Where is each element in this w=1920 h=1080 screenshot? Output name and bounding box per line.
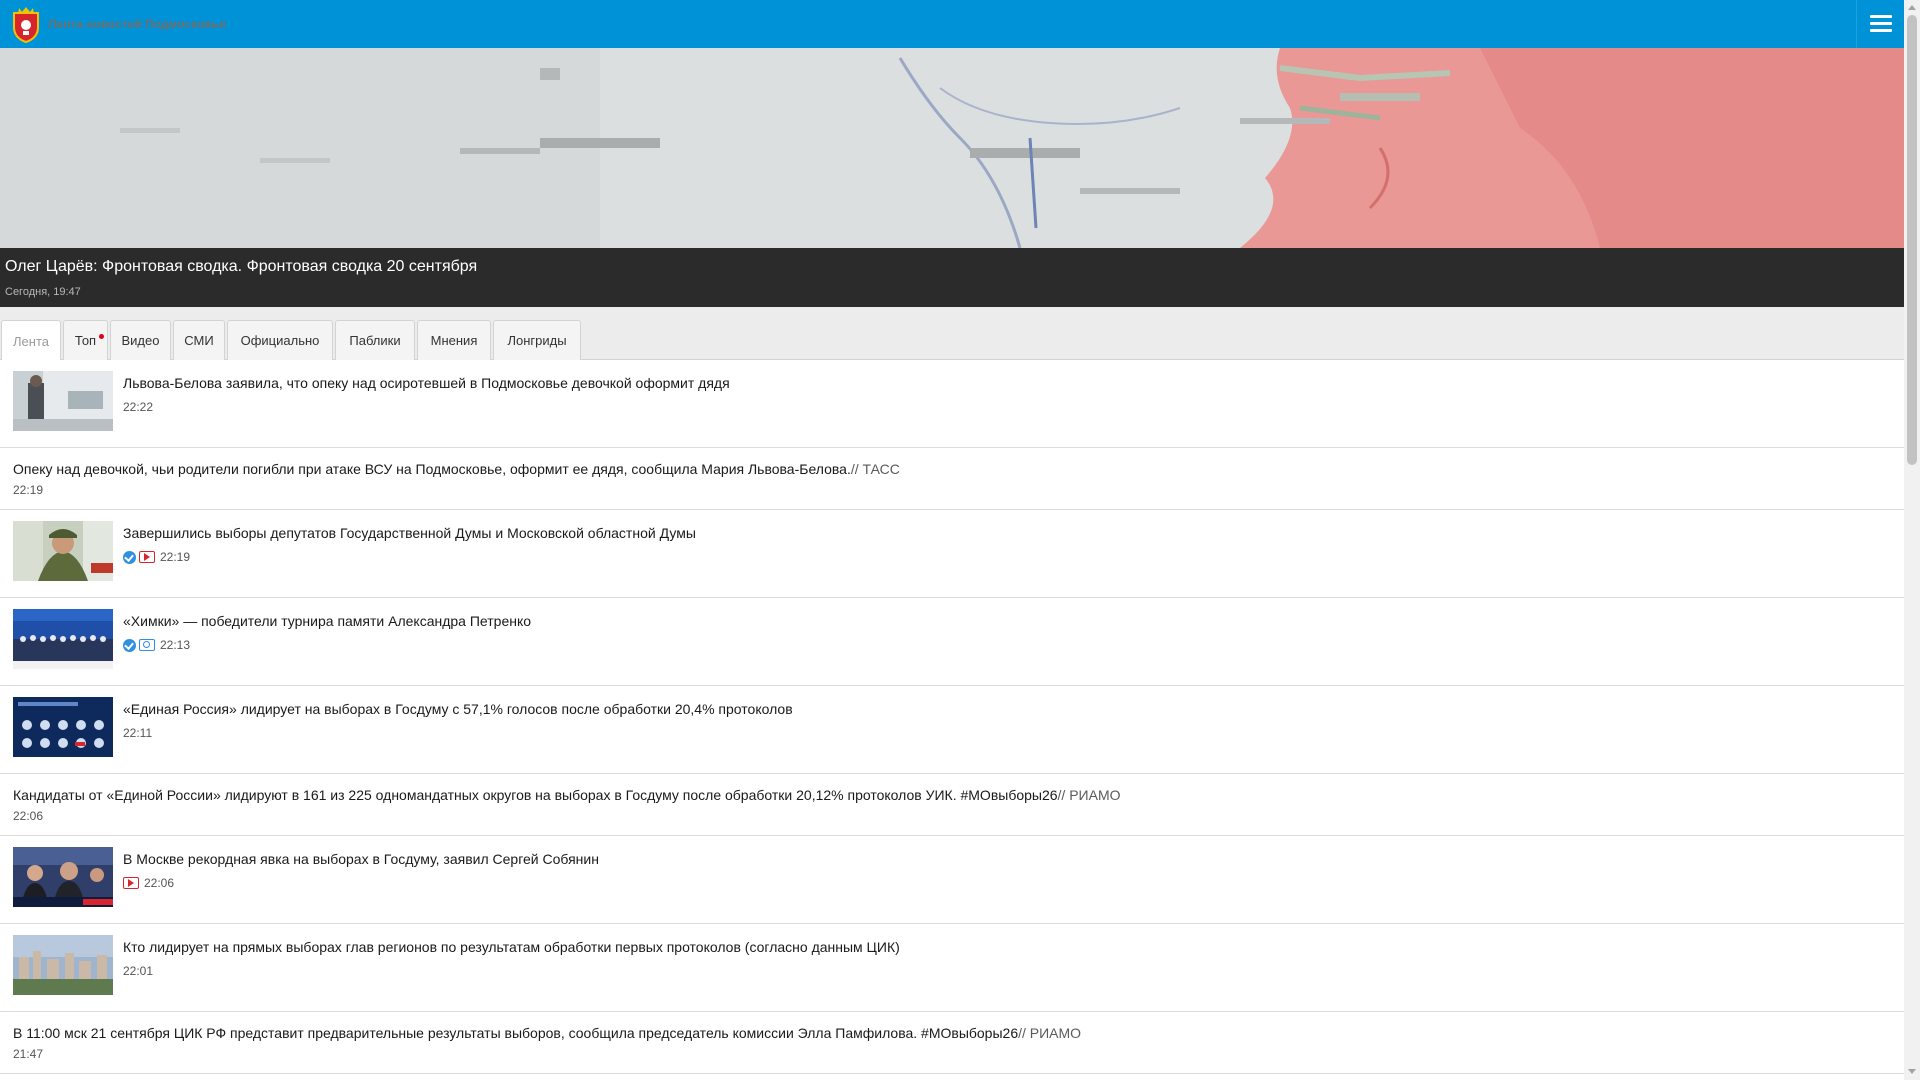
news-text: Кандидаты от «Единой России» лидируют в … (13, 787, 1058, 803)
news-title[interactable]: Кандидаты от «Единой России» лидируют в … (13, 787, 1121, 803)
news-time: 22:19 (160, 550, 191, 564)
news-item[interactable]: Львова-Белова заявила, что опеку над оси… (0, 360, 1904, 448)
verified-icon (123, 550, 136, 564)
top-bar: Лента новостей Подмосковья (0, 0, 1904, 48)
tab-label: Лонгриды (507, 333, 567, 348)
news-title[interactable]: «Единая Россия» лидирует на выборах в Го… (123, 701, 793, 717)
tab-opinions[interactable]: Мнения (417, 320, 491, 360)
news-meta: 22:19 (123, 550, 190, 564)
news-time: 22:13 (160, 638, 191, 652)
tab-label: Официально (240, 333, 320, 348)
news-item[interactable]: «Единая Россия» лидирует на выборах в Го… (0, 686, 1904, 774)
news-title[interactable]: «Химки» — победители турнира памяти Алек… (123, 613, 531, 629)
tab-lenta[interactable]: Лента (1, 320, 61, 361)
news-title[interactable]: В Москве рекордная явка на выборах в Гос… (123, 851, 599, 867)
news-time: 21:47 (13, 1047, 44, 1061)
tab-video[interactable]: Видео (110, 320, 171, 360)
news-time: 22:06 (13, 809, 44, 823)
tab-label: Топ (74, 333, 97, 348)
site-brand[interactable]: Лента новостей Подмосковья (48, 17, 226, 31)
new-indicator-dot (99, 334, 104, 339)
news-title[interactable]: В 11:00 мск 21 сентября ЦИК РФ представи… (13, 1025, 1081, 1041)
team-group-photo (13, 609, 113, 669)
tab-label: Паблики (349, 333, 401, 348)
news-item[interactable]: Кто лидирует на прямых выборах глав реги… (0, 924, 1904, 1012)
news-meta: 22:13 (123, 638, 190, 652)
scroll-up-arrow-icon[interactable] (1908, 5, 1916, 10)
city-skyline-photo (13, 935, 113, 995)
scroll-down-arrow-icon[interactable] (1908, 1069, 1916, 1074)
news-meta: 22:22 (123, 400, 153, 414)
news-title[interactable]: Завершились выборы депутатов Государстве… (123, 525, 696, 541)
hospital-corridor-photo (13, 371, 113, 431)
hero-time: Сегодня, 19:47 (5, 286, 81, 298)
news-source[interactable]: // РИАМО (1058, 787, 1121, 803)
news-title[interactable]: Опеку над девочкой, чьи родители погибли… (13, 461, 900, 477)
scrollbar-thumb[interactable] (1907, 15, 1917, 465)
press-conference-photo (13, 847, 113, 907)
menu-button[interactable] (1856, 0, 1904, 48)
news-item[interactable]: В 11:00 мск 21 сентября ЦИК РФ представи… (0, 1012, 1904, 1074)
news-feed: Львова-Белова заявила, что опеку над оси… (0, 360, 1904, 1080)
tab-label: Видео (121, 333, 160, 348)
news-meta: 22:11 (123, 726, 152, 740)
news-meta: 21:47 (13, 1047, 43, 1061)
news-source[interactable]: // РИАМО (1018, 1025, 1081, 1041)
military-man-photo (13, 521, 113, 581)
news-text: Опеку над девочкой, чьи родители погибли… (13, 461, 851, 477)
news-title[interactable]: Кто лидирует на прямых выборах глав реги… (123, 939, 900, 955)
news-title[interactable]: Львова-Белова заявила, что опеку над оси… (123, 375, 730, 391)
video-icon (139, 551, 155, 563)
news-time: 22:19 (13, 483, 44, 497)
tab-label: СМИ (184, 333, 214, 348)
hero-caption[interactable]: Олег Царёв: Фронтовая сводка. Фронтовая … (0, 248, 1904, 307)
news-item[interactable]: Кандидаты от «Единой России» лидируют в … (0, 774, 1904, 836)
hero-image[interactable] (0, 48, 1904, 248)
tab-publics[interactable]: Паблики (335, 320, 415, 360)
news-item[interactable]: Опеку над девочкой, чьи родители погибли… (0, 448, 1904, 510)
video-icon (123, 877, 139, 889)
news-item[interactable]: В Москве рекордная явка на выборах в Гос… (0, 836, 1904, 924)
tab-label: Мнения (430, 333, 478, 348)
news-source[interactable]: // ТАСС (851, 461, 900, 477)
news-meta: 22:19 (13, 483, 43, 497)
news-meta: 22:06 (123, 876, 174, 890)
news-item[interactable]: Завершились выборы депутатов Государстве… (0, 510, 1904, 598)
news-meta: 22:06 (13, 809, 43, 823)
news-time: 22:11 (123, 726, 153, 740)
news-item[interactable]: «Химки» — победители турнира памяти Алек… (0, 598, 1904, 686)
news-time: 22:22 (123, 400, 154, 414)
photo-icon (139, 639, 155, 651)
hamburger-menu-icon (1869, 15, 1892, 33)
news-time: 22:01 (123, 964, 154, 978)
frontline-map-image (0, 48, 1904, 248)
news-meta: 22:01 (123, 964, 153, 978)
tab-official[interactable]: Официально (227, 320, 333, 360)
tab-label: Лента (13, 333, 49, 349)
feed-tabs: Лента Топ Видео СМИ Официально Паблики М… (0, 320, 1904, 361)
news-text: В 11:00 мск 21 сентября ЦИК РФ представи… (13, 1025, 1019, 1041)
tab-top[interactable]: Топ (63, 320, 108, 360)
tab-smi[interactable]: СМИ (173, 320, 225, 360)
news-time: 22:06 (144, 876, 175, 890)
election-results-screen-photo (13, 697, 113, 757)
moscow-oblast-coat-of-arms-icon[interactable] (10, 5, 42, 44)
page-scrollbar[interactable] (1904, 0, 1920, 1080)
verified-icon (123, 638, 136, 652)
tab-longreads[interactable]: Лонгриды (493, 320, 581, 360)
hero-title[interactable]: Олег Царёв: Фронтовая сводка. Фронтовая … (5, 258, 477, 276)
